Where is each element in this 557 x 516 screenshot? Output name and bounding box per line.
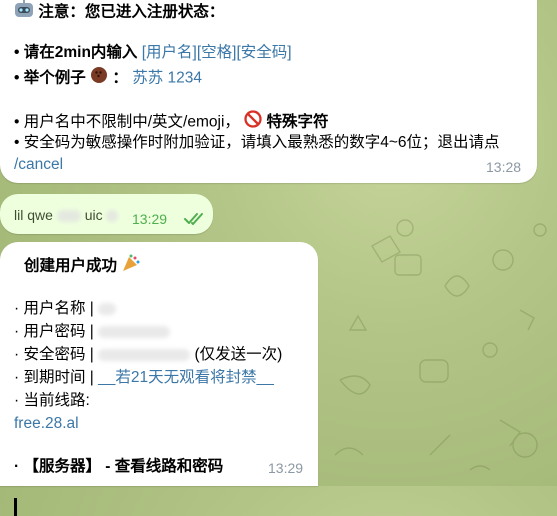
expire-row: · 到期时间 | __若21天无观看将封禁__	[14, 367, 274, 389]
special-character-text: 特殊字符	[266, 113, 329, 131]
message-bubble-account-created: 创建用户成功 · 用户名称 | · 用户密码 | · 安全密码 | (仅发送一次…	[0, 242, 318, 516]
security-password-row: · 安全密码 | (仅发送一次)	[14, 344, 282, 366]
expire-value: __若21天无观看将封禁__	[98, 369, 274, 386]
cancel-command-link[interactable]: /cancel	[14, 154, 63, 176]
double-check-icon	[184, 212, 206, 231]
blurred-password	[98, 325, 171, 338]
server-info-line[interactable]: · 【服务器】 - 查看线路和密码	[14, 456, 223, 478]
success-title: 创建用户成功	[24, 257, 118, 275]
route-label-row: · 当前线路:	[14, 392, 90, 409]
blurred-username	[98, 302, 117, 315]
quote-bar	[14, 498, 17, 516]
robot-icon	[14, 0, 34, 25]
password-row: · 用户密码 |	[14, 321, 171, 343]
input-format-text: [用户名][空格][安全码]	[141, 44, 292, 61]
input-instruction-line: • 请在2min内输入 [用户名][空格][安全码]	[14, 42, 292, 64]
example-label: • 举个例子	[14, 69, 86, 87]
username-row: · 用户名称 |	[14, 298, 117, 320]
security-rule-line: • 安全码为敏感操作时附加验证，请填入最熟悉的数字4~6位；退出请点	[14, 132, 500, 154]
user-input-fragment-1: lil qwe	[14, 207, 53, 223]
party-popper-icon	[121, 254, 141, 279]
coconut-icon	[90, 66, 108, 91]
message-title: 注意：您已进入注册状态：	[38, 3, 225, 21]
expire-label: · 到期时间 |	[14, 369, 94, 386]
blurred-text	[56, 210, 81, 223]
password-label: · 用户密码 |	[14, 323, 94, 340]
blurred-security-password	[98, 348, 191, 361]
security-rule-text: • 安全码为敏感操作时附加验证，请填入最熟悉的数字4~6位；退出请点	[14, 134, 500, 151]
blurred-text	[106, 210, 119, 223]
example-line: • 举个例子 ： 苏苏 1234	[14, 66, 202, 91]
message-timestamp: 13:29	[132, 211, 168, 227]
username-label: · 用户名称 |	[14, 300, 94, 317]
security-password-note: (仅发送一次)	[194, 346, 283, 363]
input-instruction-text: • 请在2min内输入	[14, 44, 138, 61]
example-value: 苏苏 1234	[132, 69, 202, 87]
message-bubble-user-input: lil qwe uic 13:29	[0, 194, 213, 234]
message-timestamp: 13:28	[486, 159, 522, 175]
message-bubble-registration-notice: 注意：您已进入注册状态： • 请在2min内输入 [用户名][空格][安全码] …	[0, 0, 537, 183]
message-title-line: 注意：您已进入注册状态：	[14, 0, 224, 25]
security-password-label: · 安全密码 |	[14, 346, 94, 363]
success-title-line: 创建用户成功	[24, 254, 141, 279]
route-link[interactable]: free.28.al	[14, 413, 79, 435]
message-timestamp: 13:29	[268, 460, 304, 476]
user-input-text: lil qwe uic	[14, 204, 119, 226]
user-input-fragment-2: uic	[84, 207, 103, 223]
username-rule-text: • 用户名中不限制中/英文/emoji，	[14, 113, 240, 131]
